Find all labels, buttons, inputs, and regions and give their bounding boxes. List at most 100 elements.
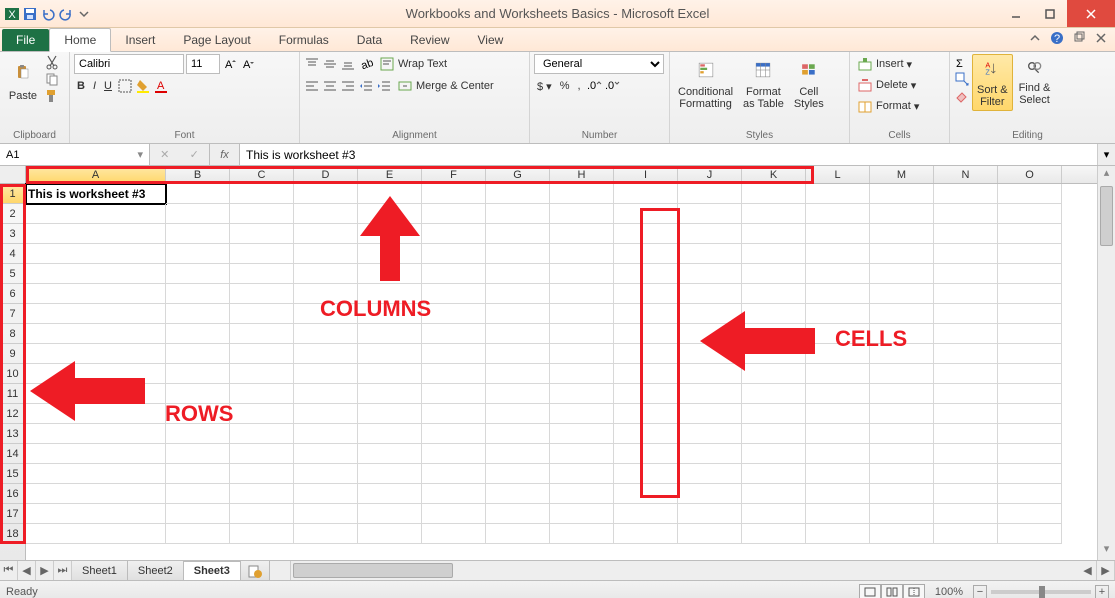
cell-N15[interactable]: [934, 464, 998, 484]
fill-color-icon[interactable]: [135, 78, 151, 94]
cell-K16[interactable]: [742, 484, 806, 504]
cell-F17[interactable]: [422, 504, 486, 524]
cell-N9[interactable]: [934, 344, 998, 364]
cell-H2[interactable]: [550, 204, 614, 224]
close-button[interactable]: [1067, 0, 1115, 27]
cell-D18[interactable]: [294, 524, 358, 544]
delete-cells-button[interactable]: Delete ▾: [854, 75, 945, 95]
cell-G17[interactable]: [486, 504, 550, 524]
cell-H12[interactable]: [550, 404, 614, 424]
name-box-input[interactable]: [6, 149, 131, 161]
cell-F12[interactable]: [422, 404, 486, 424]
cell-O5[interactable]: [998, 264, 1062, 284]
cell-G3[interactable]: [486, 224, 550, 244]
cell-C5[interactable]: [230, 264, 294, 284]
cell-H11[interactable]: [550, 384, 614, 404]
cell-J11[interactable]: [678, 384, 742, 404]
cell-L4[interactable]: [806, 244, 870, 264]
conditional-formatting-button[interactable]: Conditional Formatting: [674, 54, 737, 112]
cell-N7[interactable]: [934, 304, 998, 324]
cell-O13[interactable]: [998, 424, 1062, 444]
decrease-font-icon[interactable]: A: [240, 56, 256, 72]
cell-K17[interactable]: [742, 504, 806, 524]
cell-J1[interactable]: [678, 184, 742, 204]
cell-H1[interactable]: [550, 184, 614, 204]
cell-E15[interactable]: [358, 464, 422, 484]
next-sheet-icon[interactable]: ▶: [36, 561, 54, 580]
bold-button[interactable]: B: [74, 76, 88, 96]
cell-G15[interactable]: [486, 464, 550, 484]
cell-M4[interactable]: [870, 244, 934, 264]
cell-K4[interactable]: [742, 244, 806, 264]
align-middle-icon[interactable]: [322, 56, 338, 72]
font-name-input[interactable]: [74, 54, 184, 74]
cell-K12[interactable]: [742, 404, 806, 424]
cell-L17[interactable]: [806, 504, 870, 524]
cell-F1[interactable]: [422, 184, 486, 204]
cell-A3[interactable]: [26, 224, 166, 244]
zoom-out-button[interactable]: −: [973, 585, 987, 598]
cell-M14[interactable]: [870, 444, 934, 464]
cell-B7[interactable]: [166, 304, 230, 324]
cell-D9[interactable]: [294, 344, 358, 364]
find-select-button[interactable]: Find & Select: [1015, 54, 1055, 108]
cell-J14[interactable]: [678, 444, 742, 464]
cell-M16[interactable]: [870, 484, 934, 504]
tab-home[interactable]: Home: [49, 28, 111, 52]
cell-D3[interactable]: [294, 224, 358, 244]
cell-F3[interactable]: [422, 224, 486, 244]
cell-D5[interactable]: [294, 264, 358, 284]
cell-B2[interactable]: [166, 204, 230, 224]
align-top-icon[interactable]: [304, 56, 320, 72]
cell-E14[interactable]: [358, 444, 422, 464]
cell-H9[interactable]: [550, 344, 614, 364]
cell-G4[interactable]: [486, 244, 550, 264]
cell-H4[interactable]: [550, 244, 614, 264]
sheet-tab-sheet1[interactable]: Sheet1: [72, 561, 128, 580]
cell-N1[interactable]: [934, 184, 998, 204]
scroll-down-icon[interactable]: ▾: [1098, 542, 1115, 560]
accounting-format-button[interactable]: $ ▾: [534, 76, 555, 96]
cell-F18[interactable]: [422, 524, 486, 544]
cell-O14[interactable]: [998, 444, 1062, 464]
cell-B17[interactable]: [166, 504, 230, 524]
cell-N18[interactable]: [934, 524, 998, 544]
cell-E12[interactable]: [358, 404, 422, 424]
zoom-slider-thumb[interactable]: [1039, 586, 1045, 598]
formula-input[interactable]: [246, 148, 1091, 162]
cell-O18[interactable]: [998, 524, 1062, 544]
cell-F11[interactable]: [422, 384, 486, 404]
cell-C11[interactable]: [230, 384, 294, 404]
cell-H15[interactable]: [550, 464, 614, 484]
cell-F4[interactable]: [422, 244, 486, 264]
cell-A15[interactable]: [26, 464, 166, 484]
cell-D10[interactable]: [294, 364, 358, 384]
select-all-corner[interactable]: [0, 166, 26, 184]
cell-O2[interactable]: [998, 204, 1062, 224]
cell-H7[interactable]: [550, 304, 614, 324]
cell-E9[interactable]: [358, 344, 422, 364]
fill-icon[interactable]: [954, 71, 970, 87]
new-sheet-button[interactable]: [241, 561, 270, 580]
cell-J6[interactable]: [678, 284, 742, 304]
cell-M17[interactable]: [870, 504, 934, 524]
tab-review[interactable]: Review: [396, 29, 463, 51]
increase-font-icon[interactable]: A: [222, 56, 238, 72]
cell-E10[interactable]: [358, 364, 422, 384]
cell-L3[interactable]: [806, 224, 870, 244]
insert-cells-button[interactable]: Insert ▾: [854, 54, 945, 74]
tab-formulas[interactable]: Formulas: [265, 29, 343, 51]
cell-F16[interactable]: [422, 484, 486, 504]
horizontal-scrollbar[interactable]: [290, 561, 1079, 580]
cell-C10[interactable]: [230, 364, 294, 384]
cell-C6[interactable]: [230, 284, 294, 304]
cell-N13[interactable]: [934, 424, 998, 444]
cell-A1[interactable]: This is worksheet #3: [26, 184, 166, 204]
increase-decimal-icon[interactable]: .0: [586, 78, 602, 94]
cell-H5[interactable]: [550, 264, 614, 284]
name-box-dropdown-icon[interactable]: ▾: [137, 148, 143, 161]
cell-C17[interactable]: [230, 504, 294, 524]
cell-O6[interactable]: [998, 284, 1062, 304]
cell-L15[interactable]: [806, 464, 870, 484]
tab-data[interactable]: Data: [343, 29, 396, 51]
